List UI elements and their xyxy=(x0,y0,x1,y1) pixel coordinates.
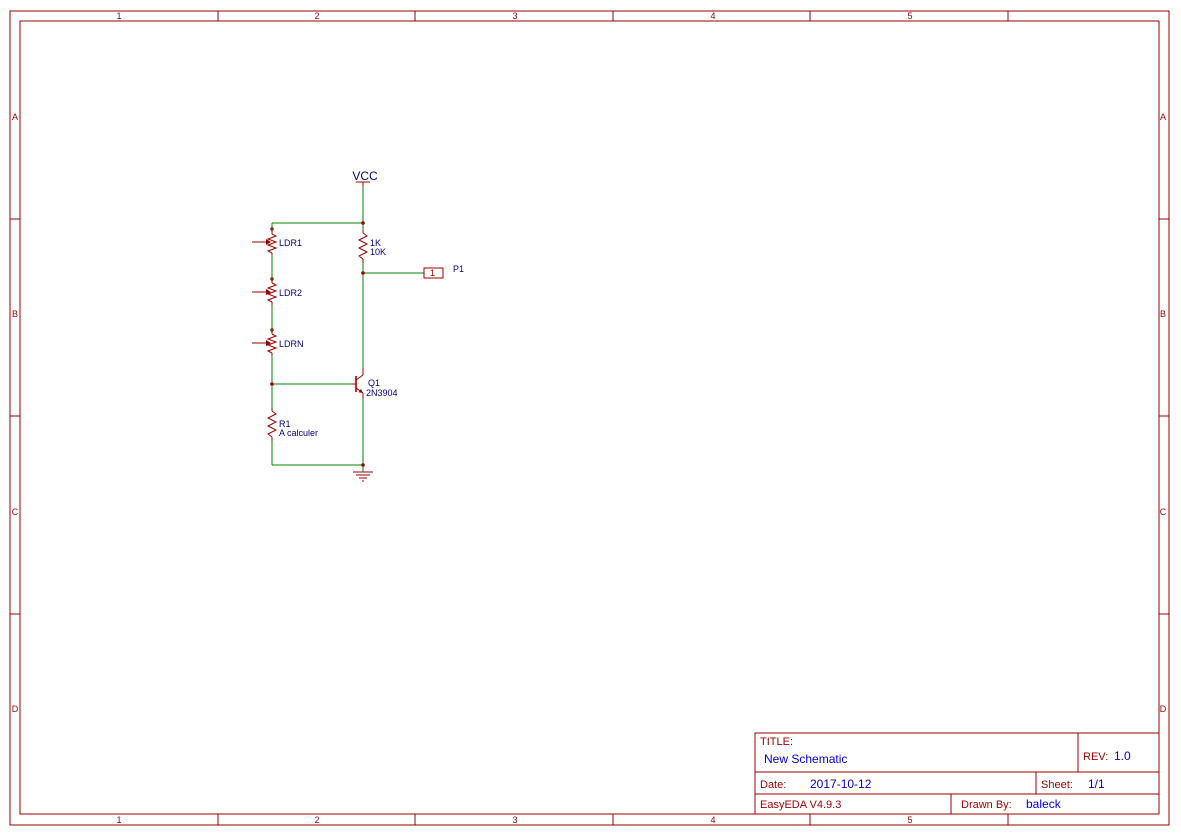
r1-value: A calculer xyxy=(279,428,318,438)
row-label-left-d: D xyxy=(12,704,19,714)
vcc-label: VCC xyxy=(352,169,378,183)
col-label-top-1: 1 xyxy=(116,11,121,21)
ldr2-label: LDR2 xyxy=(279,288,302,298)
row-label-right-c: C xyxy=(1160,507,1167,517)
row-label-left-c: C xyxy=(12,507,19,517)
tb-sheet-key: Sheet: xyxy=(1041,779,1073,791)
tb-rev-value: 1.0 xyxy=(1114,749,1131,763)
row-label-right-d: D xyxy=(1160,704,1167,714)
tb-drawn-key: Drawn By: xyxy=(961,799,1012,811)
col-label-bottom-5: 5 xyxy=(907,815,912,825)
resistor-10k[interactable]: 1K 10K xyxy=(357,230,386,263)
q1-value: 2N3904 xyxy=(366,388,398,398)
ground-symbol[interactable] xyxy=(353,471,373,482)
col-label-bottom-4: 4 xyxy=(710,815,715,825)
row-label-right-b: B xyxy=(1160,309,1166,319)
tb-date-value: 2017-10-12 xyxy=(810,777,872,791)
col-label-bottom-3: 3 xyxy=(512,815,517,825)
column-dividers xyxy=(217,11,1009,825)
tb-title-key: TITLE: xyxy=(760,736,793,748)
port-p1[interactable]: 1 P1 xyxy=(423,264,464,279)
tb-sheet-value: 1/1 xyxy=(1088,777,1105,791)
row-dividers xyxy=(10,218,1169,615)
tb-software: EasyEDA V4.9.3 xyxy=(760,799,841,811)
col-label-top-2: 2 xyxy=(314,11,319,21)
col-label-top-4: 4 xyxy=(710,11,715,21)
title-block: TITLE: New Schematic REV: 1.0 Date: 2017… xyxy=(754,732,1160,815)
port-p1-name: P1 xyxy=(453,264,464,274)
vcc-symbol[interactable]: VCC xyxy=(352,169,378,186)
tb-rev-key: REV: xyxy=(1083,751,1108,763)
tb-date-key: Date: xyxy=(760,779,786,791)
inner-frame xyxy=(19,20,1160,815)
col-label-bottom-1: 1 xyxy=(116,815,121,825)
transistor-q1[interactable]: Q1 2N3904 xyxy=(352,368,398,398)
resistor-10k-value: 10K xyxy=(370,247,386,257)
tb-title-value: New Schematic xyxy=(764,752,847,766)
row-label-left-a: A xyxy=(12,112,18,122)
ldr2[interactable]: LDR2 xyxy=(252,277,302,305)
col-label-top-3: 3 xyxy=(512,11,517,21)
resistor-r1[interactable]: R1 A calculer xyxy=(266,408,318,441)
q1-name: Q1 xyxy=(368,378,380,388)
ldrn[interactable]: LDRN xyxy=(252,328,304,356)
col-label-top-5: 5 xyxy=(907,11,912,21)
tb-drawn-value: baleck xyxy=(1026,797,1062,811)
port-p1-pin: 1 xyxy=(430,268,435,278)
row-label-left-b: B xyxy=(12,309,18,319)
ldrn-label: LDRN xyxy=(279,339,304,349)
ldr1-label: LDR1 xyxy=(279,238,302,248)
ldr1[interactable]: LDR1 xyxy=(252,227,302,255)
row-label-right-a: A xyxy=(1160,112,1166,122)
outer-frame xyxy=(9,10,1170,826)
col-label-bottom-2: 2 xyxy=(314,815,319,825)
schematic-sheet: 1 2 3 4 5 1 2 3 4 5 A B C D A B C D VCC xyxy=(9,10,1170,826)
